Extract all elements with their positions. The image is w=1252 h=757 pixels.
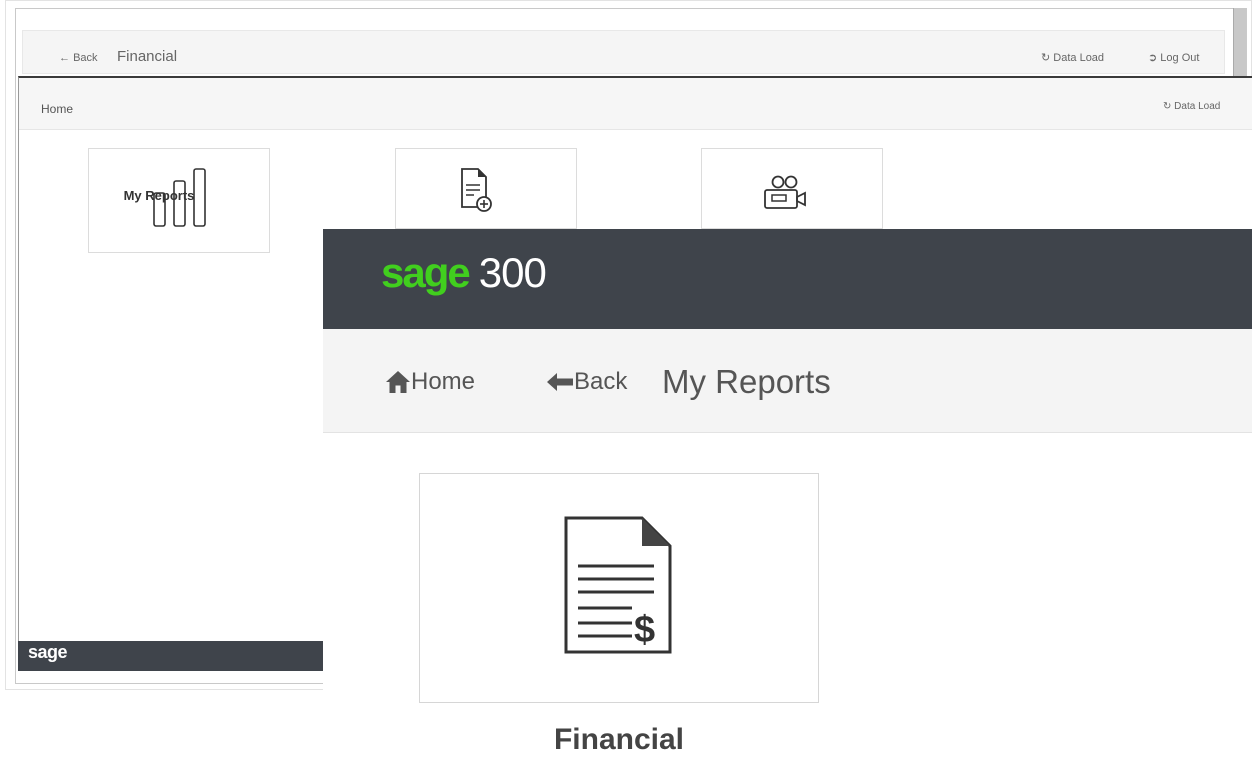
refresh-icon: ↻ [1163, 101, 1172, 112]
background-inner-data-load-button[interactable]: ↻ Data Load [1163, 101, 1220, 112]
arrow-left-icon: ← [59, 52, 70, 64]
background-log-out-label: Log Out [1160, 52, 1200, 64]
financial-tile-label: Financial [553, 723, 685, 756]
background-inner-data-load-label: Data Load [1174, 101, 1221, 112]
home-label: Home [411, 368, 476, 395]
video-camera-icon [764, 175, 806, 209]
log-out-icon: ➲ [1148, 52, 1158, 64]
background-footer-logo: sage [28, 642, 68, 662]
background-top-bar: ← Back Financial ↻ Data Load ➲ Log Out [22, 30, 1225, 74]
home-link[interactable]: Home [385, 368, 475, 396]
svg-text:$: $ [634, 609, 655, 651]
navigation-bar: Home Back My Reports [323, 329, 1252, 433]
background-page-title: Financial [117, 48, 178, 65]
background-back-link[interactable]: ← Back [59, 52, 98, 64]
logo-product-number: 300 [478, 249, 547, 296]
add-document-icon [461, 168, 492, 212]
background-data-load-label: Data Load [1053, 52, 1105, 64]
background-home-link[interactable]: Home [41, 102, 73, 116]
video-tile[interactable] [701, 148, 883, 229]
add-document-tile[interactable] [395, 148, 577, 229]
background-back-label: Back [73, 52, 98, 64]
background-footer: sage [18, 641, 323, 671]
logo-brand: sage [381, 249, 471, 296]
sage-300-logo: sage 300 [381, 249, 547, 297]
page-title: My Reports [662, 363, 831, 400]
back-label: Back [574, 368, 628, 395]
arrow-left-icon [547, 373, 573, 391]
financial-report-icon: $ [564, 516, 672, 654]
financial-tile[interactable]: $ [419, 473, 819, 703]
background-home-bar: Home ↻ Data Load [19, 78, 1252, 130]
app-header: sage 300 [323, 229, 1252, 329]
home-icon [386, 371, 410, 393]
foreground-window: sage 300 Home Back My Reports $ Financia… [323, 229, 1252, 757]
refresh-icon: ↻ [1041, 52, 1051, 64]
background-scrollbar[interactable] [1233, 8, 1246, 76]
my-reports-tile-label: My Reports [123, 188, 195, 203]
back-link[interactable]: Back [546, 368, 627, 396]
background-data-load-button[interactable]: ↻ Data Load [1041, 51, 1104, 64]
background-log-out-button[interactable]: ➲ Log Out [1148, 51, 1199, 64]
